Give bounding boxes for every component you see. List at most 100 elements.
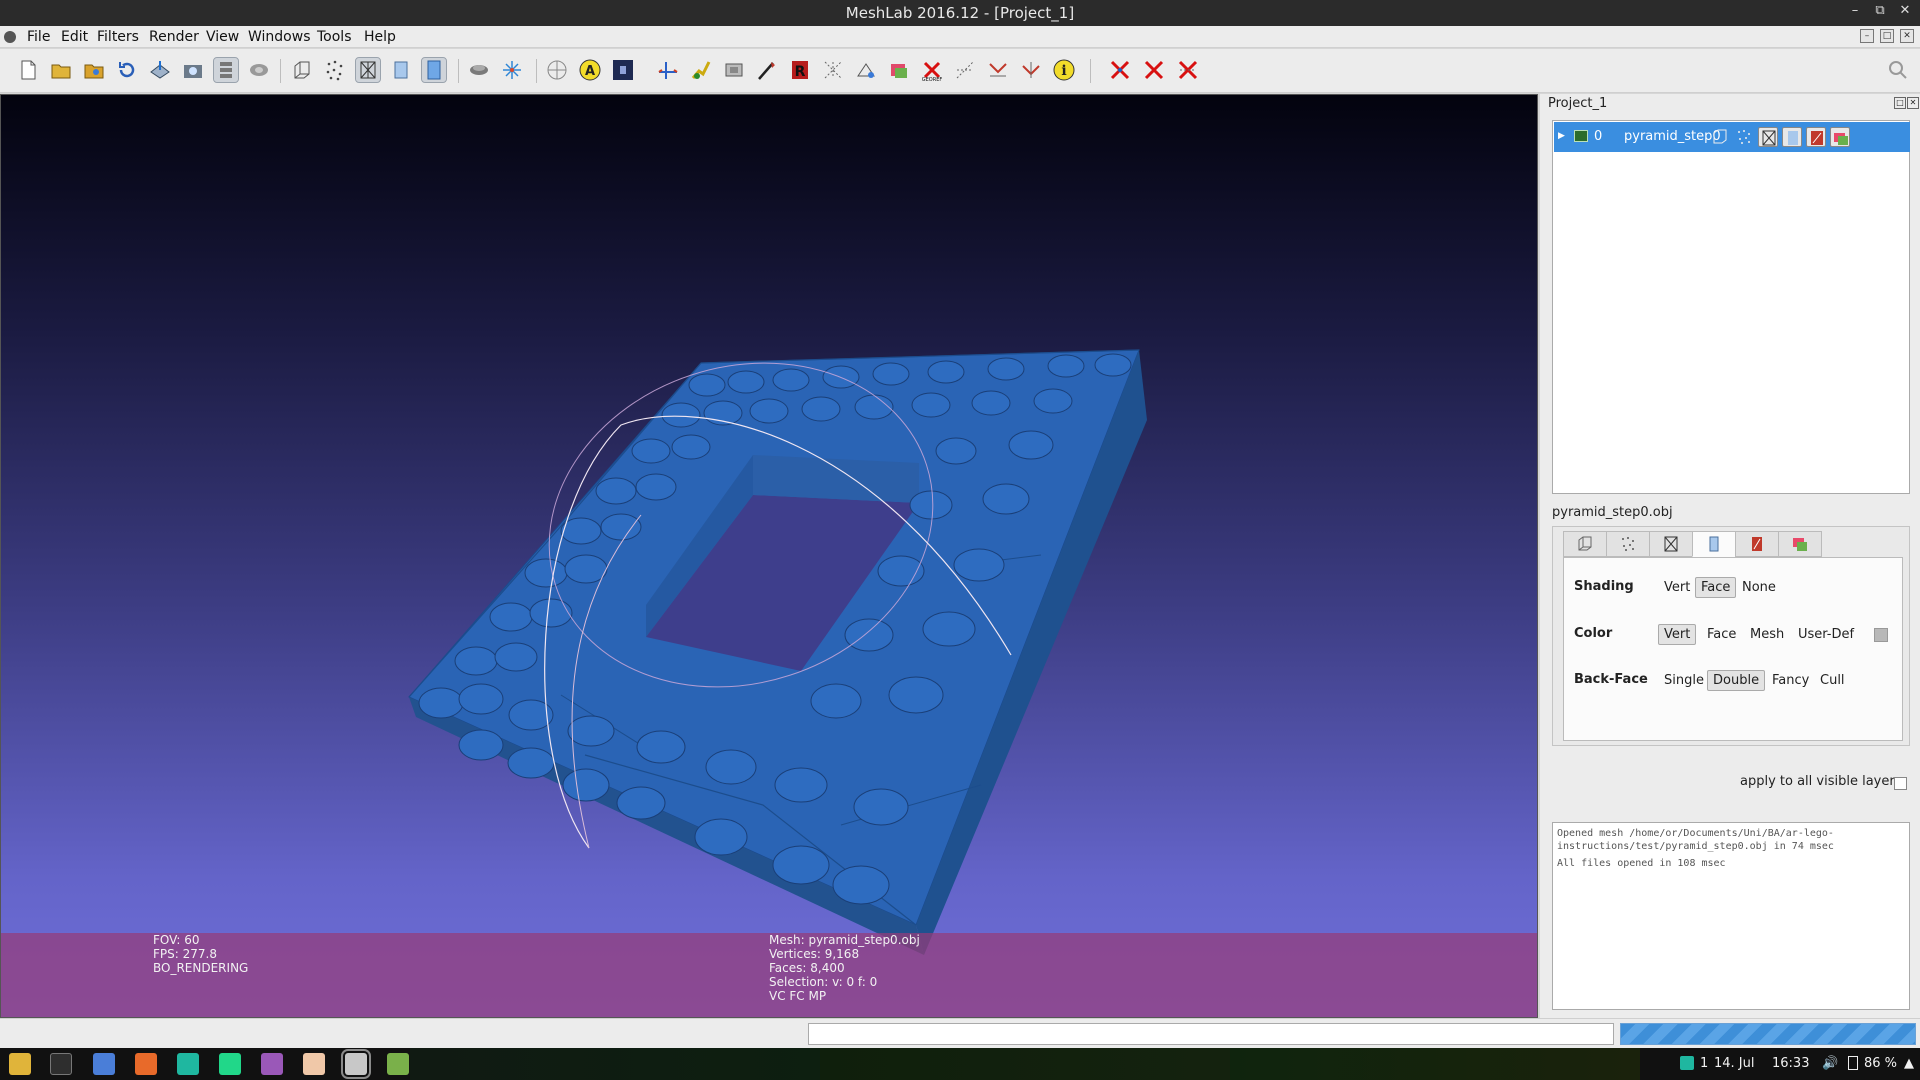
- info-icon[interactable]: [887, 58, 911, 82]
- snapshot-icon[interactable]: [181, 58, 205, 82]
- light-icon[interactable]: [467, 58, 491, 82]
- new-project-icon[interactable]: [16, 58, 40, 82]
- select-vertices-icon[interactable]: R: [788, 58, 812, 82]
- menu-help[interactable]: Help: [364, 29, 396, 45]
- mdi-restore-icon[interactable]: □: [1880, 29, 1894, 43]
- layers-icon[interactable]: [213, 57, 239, 83]
- delete-faces-icon[interactable]: GEOREF: [920, 58, 944, 82]
- import-mesh-icon[interactable]: [82, 58, 106, 82]
- clion-icon[interactable]: [177, 1053, 199, 1075]
- color-icon[interactable]: [854, 58, 878, 82]
- raster-icon[interactable]: [611, 58, 635, 82]
- menu-filters[interactable]: Filters: [97, 29, 139, 45]
- delete-both-icon[interactable]: [986, 58, 1010, 82]
- close-button[interactable]: ✕: [1896, 3, 1914, 18]
- render-viewport[interactable]: FOV: 60 FPS: 277.8 BO_RENDERING Mesh: py…: [0, 94, 1538, 1018]
- reload-icon[interactable]: [115, 58, 139, 82]
- delete-selected-faces-icon[interactable]: [1108, 58, 1132, 82]
- editor-icon[interactable]: [261, 1053, 283, 1075]
- render-mode-text: BO_RENDERING: [153, 961, 249, 975]
- panel-float-icon[interactable]: □: [1894, 97, 1906, 109]
- fps-text: FPS: 277.8: [153, 947, 217, 961]
- pan-icon[interactable]: [247, 58, 271, 82]
- tab-points[interactable]: [1606, 531, 1650, 557]
- smooth-icon[interactable]: [421, 57, 447, 83]
- backface-cull-option[interactable]: Cull: [1814, 670, 1851, 691]
- maximize-button[interactable]: ⧉: [1871, 3, 1889, 18]
- workspace-icon[interactable]: [1680, 1056, 1694, 1070]
- chromium-icon[interactable]: [93, 1053, 115, 1075]
- points-icon[interactable]: [323, 58, 347, 82]
- workspace-number[interactable]: 1: [1700, 1056, 1708, 1071]
- shading-face-option[interactable]: Face: [1695, 577, 1737, 598]
- backface-single-option[interactable]: Single: [1658, 670, 1710, 691]
- layer-points-icon[interactable]: [1734, 127, 1754, 147]
- visibility-icon[interactable]: [1574, 130, 1588, 142]
- menu-windows[interactable]: Windows: [248, 29, 311, 45]
- notes-icon[interactable]: [303, 1053, 325, 1075]
- tab-decorators[interactable]: [1778, 531, 1822, 557]
- help-info-icon[interactable]: i: [1052, 58, 1076, 82]
- delete-selected-both-icon[interactable]: [1176, 58, 1200, 82]
- select-faces-icon[interactable]: [755, 58, 779, 82]
- shading-label: Shading: [1574, 579, 1634, 594]
- georef-icon[interactable]: [821, 58, 845, 82]
- menu-view[interactable]: View: [206, 29, 239, 45]
- mdi-minimize-icon[interactable]: –: [1860, 29, 1874, 43]
- delete-vertices-icon[interactable]: [953, 58, 977, 82]
- layer-row[interactable]: ▶ 0 pyramid_step0: [1554, 122, 1910, 152]
- apply-all-checkbox[interactable]: [1894, 777, 1907, 790]
- paint-icon[interactable]: [722, 58, 746, 82]
- shading-none-option[interactable]: None: [1736, 577, 1782, 598]
- export-icon[interactable]: [148, 58, 172, 82]
- open-project-icon[interactable]: [49, 58, 73, 82]
- terminal-icon[interactable]: [50, 1053, 72, 1075]
- delete-selected-vertices-icon[interactable]: [1142, 58, 1166, 82]
- tray-expand-icon[interactable]: ▲: [1904, 1056, 1914, 1071]
- menu-file[interactable]: File: [27, 29, 50, 45]
- eclipse-icon[interactable]: [341, 1049, 371, 1079]
- menu-tools[interactable]: Tools: [317, 29, 352, 45]
- layer-decorator-icon[interactable]: [1830, 127, 1850, 147]
- battery-icon[interactable]: [1848, 1056, 1858, 1070]
- pick-icon[interactable]: [689, 58, 713, 82]
- meshlab-icon[interactable]: [387, 1053, 409, 1075]
- pycharm-icon[interactable]: [219, 1053, 241, 1075]
- measure-icon[interactable]: [656, 58, 680, 82]
- menu-edit[interactable]: Edit: [61, 29, 88, 45]
- color-swatch[interactable]: [1874, 628, 1888, 642]
- color-face-option[interactable]: Face: [1701, 624, 1742, 645]
- backface-double-option[interactable]: Double: [1707, 670, 1766, 691]
- render-options: Shading Vert Face None Color Vert Face M…: [1552, 526, 1910, 746]
- color-mesh-option[interactable]: Mesh: [1744, 624, 1790, 645]
- bbox-icon[interactable]: [290, 58, 314, 82]
- layer-texture-icon[interactable]: [1806, 127, 1826, 147]
- mdi-close-icon[interactable]: ✕: [1900, 29, 1914, 43]
- quality-icon[interactable]: [1019, 58, 1043, 82]
- color-vert-option[interactable]: Vert: [1658, 624, 1697, 645]
- tab-texture[interactable]: [1735, 531, 1779, 557]
- axis-icon[interactable]: [545, 58, 569, 82]
- layer-wire-icon[interactable]: [1758, 127, 1778, 147]
- expand-icon[interactable]: ▶: [1558, 131, 1565, 141]
- layer-solid-icon[interactable]: [1782, 127, 1802, 147]
- files-icon[interactable]: [9, 1053, 31, 1075]
- wireframe-icon[interactable]: [355, 57, 381, 83]
- flat-icon[interactable]: [389, 58, 413, 82]
- shading-vert-option[interactable]: Vert: [1658, 577, 1696, 598]
- minimize-button[interactable]: –: [1846, 3, 1864, 18]
- tab-solid[interactable]: [1692, 531, 1736, 557]
- annotation-icon[interactable]: A: [578, 58, 602, 82]
- search-icon[interactable]: [1886, 58, 1910, 82]
- backface-fancy-option[interactable]: Fancy: [1766, 670, 1815, 691]
- layer-bbox-icon[interactable]: [1710, 127, 1730, 147]
- trackball-icon[interactable]: [500, 58, 524, 82]
- color-userdef-option[interactable]: User-Def: [1792, 624, 1860, 645]
- volume-icon[interactable]: 🔊: [1822, 1056, 1838, 1071]
- app-menu-icon[interactable]: [4, 31, 16, 43]
- panel-close-icon[interactable]: ✕: [1907, 97, 1919, 109]
- tab-wireframe[interactable]: [1649, 531, 1693, 557]
- tasks-icon[interactable]: [135, 1053, 157, 1075]
- menu-render[interactable]: Render: [149, 29, 199, 45]
- tab-bbox[interactable]: [1563, 531, 1607, 557]
